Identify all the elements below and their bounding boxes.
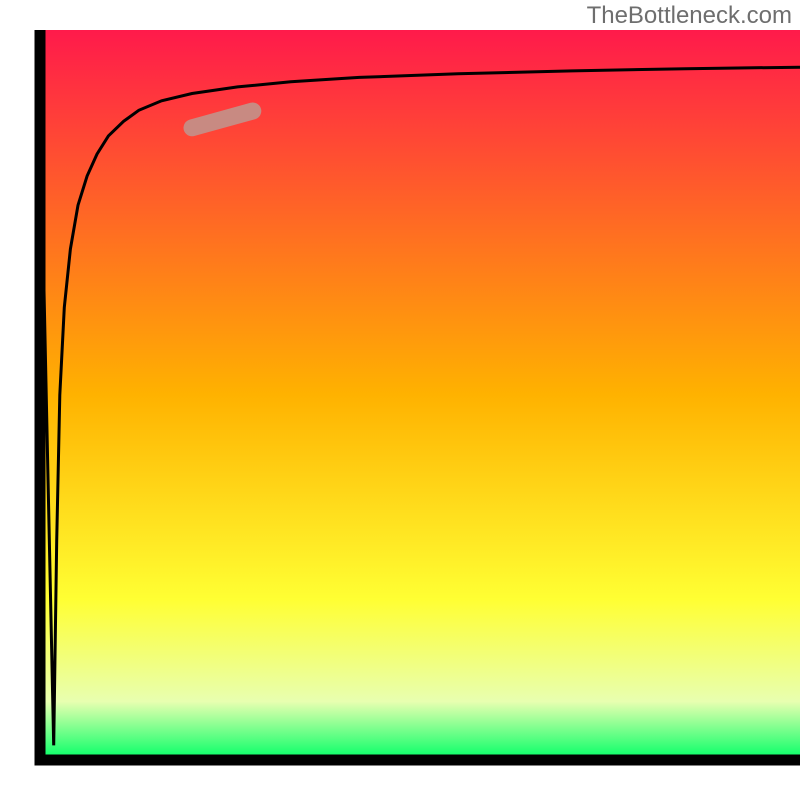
gradient-background [40, 30, 800, 760]
attribution-text: TheBottleneck.com [587, 2, 792, 30]
chart-svg [0, 0, 800, 800]
chart-container: TheBottleneck.com [0, 0, 800, 800]
